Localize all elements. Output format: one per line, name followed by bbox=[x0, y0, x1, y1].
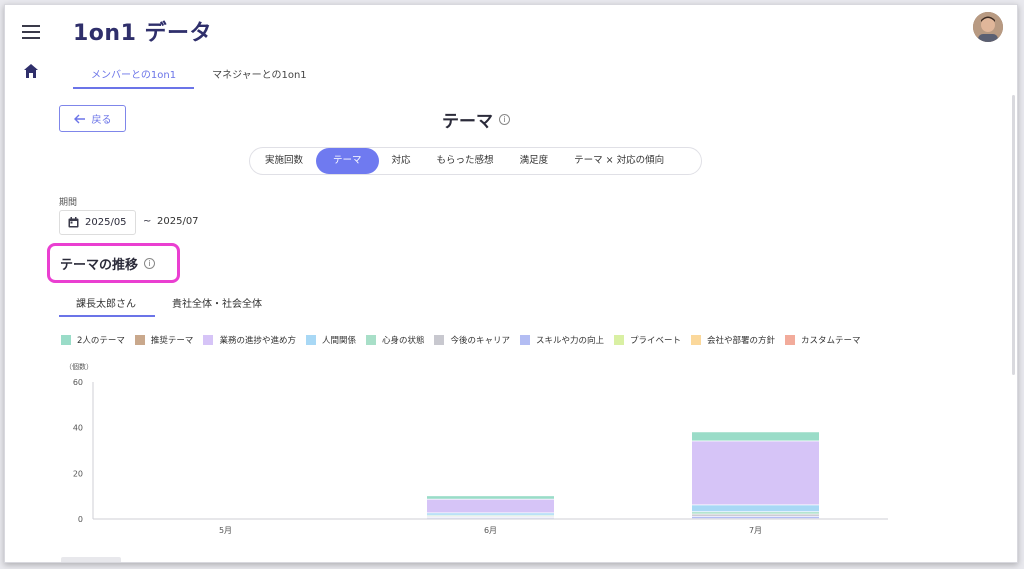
bar-segment bbox=[692, 514, 819, 516]
legend-item[interactable]: 今後のキャリア bbox=[434, 334, 510, 346]
legend-swatch bbox=[691, 335, 702, 345]
view-segmented-control: 実施回数 テーマ 対応 もらった感想 満足度 テーマ × 対応の傾向 bbox=[249, 147, 702, 175]
legend-item[interactable]: 推奨テーマ bbox=[134, 334, 194, 346]
x-tick-label: 7月 bbox=[749, 526, 762, 535]
bar-segment bbox=[692, 512, 819, 514]
segment-theme-response-trend[interactable]: テーマ × 対応の傾向 bbox=[561, 148, 677, 174]
arrow-left-icon bbox=[73, 114, 85, 123]
tab-company-society[interactable]: 貴社全体・社会全体 bbox=[155, 289, 279, 317]
legend-label: プライベート bbox=[630, 336, 682, 346]
legend-label: スキルや力の向上 bbox=[536, 336, 605, 346]
section-info-icon[interactable]: i bbox=[144, 258, 156, 269]
page-title-text: テーマ bbox=[442, 112, 493, 132]
y-tick-label: 40 bbox=[73, 424, 83, 433]
legend-item[interactable]: 人間関係 bbox=[305, 334, 356, 346]
legend-label: 今後のキャリア bbox=[450, 336, 510, 346]
user-avatar[interactable] bbox=[973, 12, 1003, 42]
scope-tabs: 課長太郎さん 貴社全体・社会全体 bbox=[59, 289, 279, 317]
legend-swatch bbox=[203, 335, 214, 345]
legend-label: 2人のテーマ bbox=[77, 336, 125, 346]
next-section-peek bbox=[61, 557, 121, 562]
calendar-icon bbox=[68, 217, 79, 228]
y-tick-label: 0 bbox=[78, 515, 83, 524]
legend-item[interactable]: 業務の進捗や進め方 bbox=[203, 334, 296, 346]
bar-segment bbox=[692, 441, 819, 505]
legend-label: 人間関係 bbox=[321, 336, 356, 346]
app-window: 1on1 データ メンバーとの1on1 マネジャーとの1on1 戻る テーマ i… bbox=[4, 4, 1018, 563]
period-label: 期間 bbox=[59, 198, 78, 208]
section-title-text: テーマの推移 bbox=[60, 258, 139, 273]
tab-individual[interactable]: 課長太郎さん bbox=[59, 289, 155, 317]
legend-label: カスタムテーマ bbox=[801, 336, 861, 346]
bar-segment bbox=[692, 505, 819, 512]
legend-item[interactable]: プライベート bbox=[614, 334, 681, 346]
legend-swatch bbox=[305, 335, 316, 345]
page-title: テーマ i bbox=[442, 107, 510, 132]
theme-trend-chart: 0 20 40 60 5月 6月 7月 bbox=[73, 378, 888, 535]
legend-swatch bbox=[365, 335, 376, 345]
segment-response[interactable]: 対応 bbox=[379, 148, 424, 174]
section-title: テーマの推移 i bbox=[60, 254, 156, 273]
legend-label: 推奨テーマ bbox=[150, 336, 194, 346]
legend-item[interactable]: 会社や部署の方針 bbox=[691, 334, 775, 346]
x-tick-label: 5月 bbox=[219, 526, 232, 535]
period-start-value: 2025/05 bbox=[85, 217, 127, 228]
bar-segment bbox=[692, 432, 819, 441]
legend-swatch bbox=[61, 335, 71, 345]
chart-legend: 2人のテーマ 推奨テーマ 業務の進捗や進め方 人間関係 心身の状態 今後のキャリア スキルや… bbox=[61, 334, 861, 346]
info-icon[interactable]: i bbox=[499, 114, 510, 125]
segment-feedback[interactable]: もらった感想 bbox=[424, 148, 507, 174]
period-end-value[interactable]: 2025/07 bbox=[157, 216, 199, 227]
legend-item[interactable]: 心身の状態 bbox=[365, 334, 425, 346]
period-separator: ~ bbox=[143, 216, 152, 227]
legend-label: 心身の状態 bbox=[381, 336, 425, 346]
segment-satisfaction[interactable]: 満足度 bbox=[507, 148, 562, 174]
legend-item[interactable]: 2人のテーマ bbox=[61, 334, 125, 346]
x-tick-label: 6月 bbox=[484, 526, 497, 535]
legend-swatch bbox=[520, 335, 530, 345]
bar-segment bbox=[427, 513, 554, 515]
hamburger-menu-icon[interactable] bbox=[22, 25, 40, 39]
back-button[interactable]: 戻る bbox=[59, 105, 126, 132]
back-label: 戻る bbox=[91, 115, 112, 126]
app-title: 1on1 データ bbox=[73, 21, 213, 46]
tab-manager-1on1[interactable]: マネジャーとの1on1 bbox=[194, 57, 325, 89]
avatar-image bbox=[973, 12, 1003, 42]
legend-swatch bbox=[785, 335, 796, 345]
bar-segment bbox=[427, 496, 554, 499]
legend-item[interactable]: カスタムテーマ bbox=[785, 334, 861, 346]
legend-swatch bbox=[134, 335, 145, 345]
y-tick-label: 60 bbox=[73, 378, 83, 387]
legend-item[interactable]: スキルや力の向上 bbox=[520, 334, 604, 346]
scrollbar[interactable] bbox=[1012, 95, 1015, 375]
tab-member-1on1[interactable]: メンバーとの1on1 bbox=[73, 57, 195, 89]
home-icon[interactable] bbox=[23, 63, 39, 79]
y-tick-label: 20 bbox=[73, 469, 83, 478]
bar-segment bbox=[692, 516, 819, 519]
legend-label: 業務の進捗や進め方 bbox=[219, 336, 296, 346]
segment-count[interactable]: 実施回数 bbox=[252, 148, 316, 174]
period-start-picker[interactable]: 2025/05 bbox=[59, 210, 136, 235]
legend-swatch bbox=[434, 335, 445, 345]
legend-label: 会社や部署の方針 bbox=[707, 336, 776, 346]
legend-swatch bbox=[614, 335, 625, 345]
bar-segment bbox=[427, 499, 554, 513]
top-tabs: メンバーとの1on1 マネジャーとの1on1 bbox=[73, 57, 325, 89]
segment-theme[interactable]: テーマ bbox=[316, 148, 379, 174]
